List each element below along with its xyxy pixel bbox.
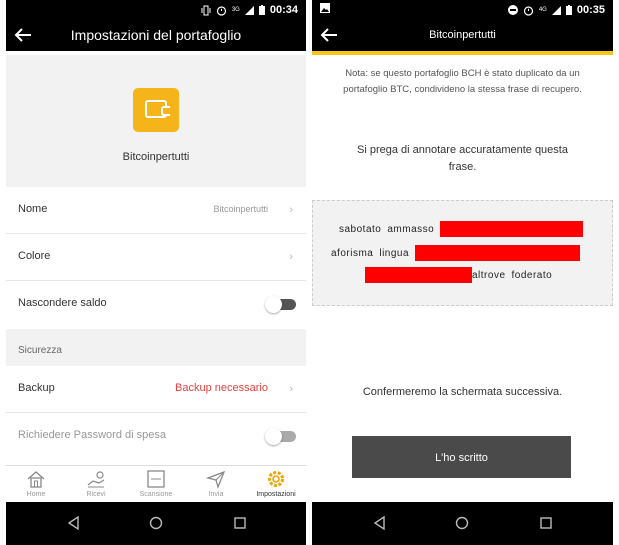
backup-status: Backup necessario: [175, 382, 268, 394]
signal-icon: [244, 5, 254, 15]
tab-receive[interactable]: Ricevi: [66, 469, 126, 498]
android-nav-bar: [312, 502, 613, 545]
accent-bar: [312, 51, 613, 55]
phrase-word: aforisma: [331, 247, 374, 259]
nav-back-icon[interactable]: [370, 513, 390, 533]
android-nav-bar: [6, 502, 306, 545]
color-row[interactable]: Colore ›: [6, 234, 306, 281]
redacted-word: [365, 267, 472, 283]
name-label: Nome: [18, 203, 48, 215]
phrase-word: foderato: [511, 269, 553, 281]
color-label: Colore: [18, 250, 51, 262]
tab-home[interactable]: Home: [6, 469, 66, 498]
name-value: Bitcoinpertutti: [213, 204, 268, 214]
clock: 00:34: [269, 4, 298, 16]
wallet-name: Bitcoinpertutti: [122, 151, 190, 163]
redacted-word: [440, 221, 584, 237]
phrase-word: altrove: [472, 269, 506, 281]
battery-icon: [565, 5, 572, 15]
nav-recents-icon[interactable]: [536, 513, 556, 533]
settings-screen: 3G 00:34 Impostazioni del portafoglio Bi…: [6, 0, 306, 545]
phrase-word: sabotato: [339, 223, 382, 235]
phrase-word: lingua: [379, 247, 410, 259]
spending-password-toggle[interactable]: [265, 428, 296, 445]
network-type: 4G: [538, 7, 547, 13]
backup-label: Backup: [18, 382, 55, 394]
receive-icon: [87, 471, 105, 488]
image-icon: [320, 3, 330, 13]
do-not-disturb-icon: [507, 5, 518, 15]
home-icon: [27, 471, 45, 488]
app-bar: Bitcoinpertutti: [312, 21, 613, 51]
redacted-word: [415, 245, 581, 261]
hide-balance-label: Nascondere saldo: [18, 297, 107, 309]
page-title: Bitcoinpertutti: [429, 29, 496, 41]
send-icon: [205, 470, 226, 489]
vibrate-icon: [201, 5, 211, 15]
tab-scan[interactable]: Scansione: [126, 469, 186, 498]
battery-icon: [258, 5, 265, 15]
phrase-word: ammasso: [387, 223, 435, 235]
written-it-button[interactable]: L'ho scritto: [352, 436, 571, 478]
spending-password-row: Richiedere Password di spesa: [6, 413, 306, 459]
signal-icon: [551, 5, 561, 15]
spending-password-label: Richiedere Password di spesa: [18, 429, 166, 441]
scan-icon: [147, 470, 165, 488]
chevron-right-icon: ›: [289, 251, 293, 263]
app-bar: Impostazioni del portafoglio: [6, 21, 306, 51]
security-section-header: Sicurezza: [6, 329, 306, 366]
hide-balance-toggle[interactable]: [265, 296, 296, 313]
chevron-right-icon: ›: [289, 204, 293, 216]
alarm-icon: [216, 5, 226, 16]
nav-back-icon[interactable]: [64, 513, 84, 533]
phrase-line-2: aforisma lingua: [331, 245, 581, 261]
name-row[interactable]: Nome Bitcoinpertutti ›: [6, 187, 306, 234]
alarm-icon: [523, 5, 533, 16]
nav-recents-icon[interactable]: [230, 513, 250, 533]
backup-row[interactable]: Backup Backup necessario ›: [6, 366, 306, 413]
duplicate-wallet-note: Nota: se questo portafoglio BCH è stato …: [343, 68, 582, 95]
clock: 00:35: [576, 4, 605, 16]
gear-icon: [268, 471, 284, 487]
bottom-tab-bar: Home Ricevi Scansione Invia Impostazioni: [6, 465, 306, 503]
page-title: Impostazioni del portafoglio: [70, 27, 242, 43]
phrase-line-1: sabotato ammasso: [339, 221, 584, 237]
status-bar: 4G 00:35: [312, 0, 613, 21]
nav-home-icon[interactable]: [452, 513, 472, 533]
wallet-header: Bitcoinpertutti: [6, 55, 306, 187]
section-label: Sicurezza: [18, 345, 62, 356]
tab-send[interactable]: Invia: [186, 469, 246, 498]
hide-balance-row: Nascondere saldo: [6, 281, 306, 327]
wallet-bch-icon: [133, 88, 179, 132]
status-bar: 3G 00:34: [6, 0, 306, 21]
chevron-right-icon: ›: [289, 383, 293, 395]
phrase-line-3: altrove foderato: [365, 267, 558, 283]
instructions-text: Si prega di annotare accuratamente quest…: [357, 144, 568, 173]
network-type: 3G: [231, 7, 240, 13]
recovery-phrase-box: sabotato ammasso aforisma lingua altrove…: [312, 200, 613, 306]
backup-phrase-screen: 4G 00:35 Bitcoinpertutti Nota: se questo…: [312, 0, 613, 545]
nav-home-icon[interactable]: [146, 513, 166, 533]
tab-settings[interactable]: Impostazioni: [246, 469, 306, 498]
confirm-text: Confermeremo la schermata successiva.: [362, 386, 563, 398]
